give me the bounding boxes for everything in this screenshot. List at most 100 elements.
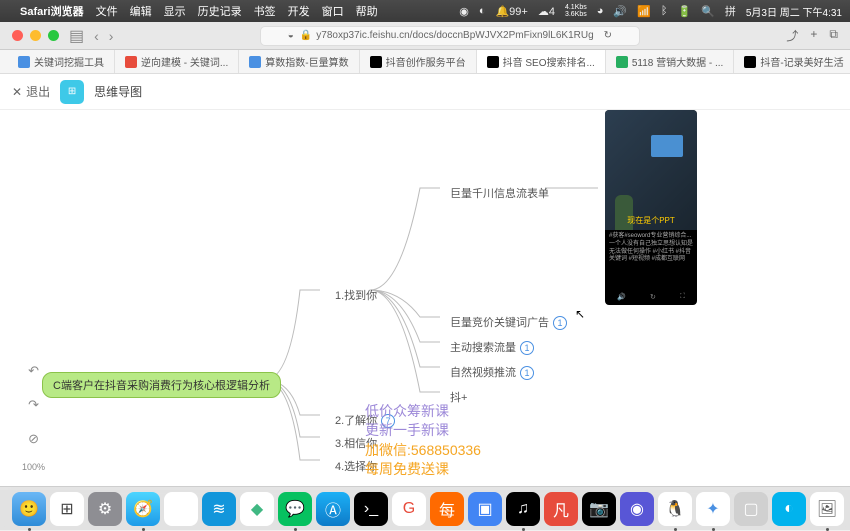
menu-edit[interactable]: 编辑 xyxy=(130,3,152,19)
sound-icon[interactable]: 🔊 xyxy=(613,5,627,18)
sidebar-icon[interactable]: ▤ xyxy=(69,26,84,46)
app-blue-icon[interactable]: ▣ xyxy=(468,492,502,526)
bell-icon[interactable]: 🔔99+ xyxy=(495,5,527,18)
menu-history[interactable]: 历史记录 xyxy=(198,3,242,19)
appstore-icon[interactable]: Ⓐ xyxy=(316,492,350,526)
maximize-window-icon[interactable] xyxy=(48,30,59,41)
search-icon[interactable]: 🔍 xyxy=(701,5,715,18)
bookmark-tab[interactable]: 抖音-记录美好生活 xyxy=(734,50,850,73)
mindmap-node-trust[interactable]: 3.相信你 xyxy=(325,431,387,455)
camera-icon[interactable]: 📷 xyxy=(582,492,616,526)
shield-icon: ◒ xyxy=(288,30,294,41)
app-g-icon[interactable]: G xyxy=(392,492,426,526)
douyin-icon[interactable]: ♫ xyxy=(506,492,540,526)
url-text: y78oxp37ic.feishu.cn/docs/doccnBpWJVX2Pm… xyxy=(316,30,593,41)
connectors xyxy=(0,110,850,490)
mindmap-leaf-douplus[interactable]: 抖+ xyxy=(440,385,477,409)
menu-view[interactable]: 显示 xyxy=(164,3,186,19)
canvas-tools: ↶ ↷ ⊘ 100% xyxy=(22,360,45,472)
expand-icon[interactable]: ⛶ xyxy=(680,293,685,301)
share-icon[interactable]: ⤴ xyxy=(786,27,798,44)
minimize-window-icon[interactable] xyxy=(30,30,41,41)
forward-button[interactable]: › xyxy=(109,28,114,44)
video-description: #获客#seoword专业营销综合... 一个人没有自己独立思想认知是无法做任何… xyxy=(605,230,697,267)
exit-button[interactable]: ✕ 退出 xyxy=(12,83,50,100)
undo-button[interactable]: ↶ xyxy=(23,360,45,382)
loop-icon[interactable]: ↻ xyxy=(650,293,656,301)
tabs-icon[interactable]: ⧉ xyxy=(829,27,838,44)
mindmap-icon: ⊞ xyxy=(60,80,84,104)
macos-menubar: Safari浏览器 文件 编辑 显示 历史记录 书签 开发 窗口 帮助 ◉ ◐ … xyxy=(0,0,850,22)
chrome-icon[interactable]: ◉ xyxy=(164,492,198,526)
video-screen-icon xyxy=(651,135,683,157)
status-icon[interactable]: ◉ xyxy=(459,5,469,18)
back-button[interactable]: ‹ xyxy=(94,28,99,44)
location-icon[interactable]: ◐ xyxy=(479,5,486,17)
finder-icon[interactable]: 🙂 xyxy=(12,492,46,526)
link-button[interactable]: ⊘ xyxy=(23,428,45,450)
mindmap-root[interactable]: C端客户在抖音采购消费行为核心根逻辑分析 xyxy=(42,372,281,398)
cloud-icon[interactable]: ☁4 xyxy=(538,5,555,18)
app-cyan-icon[interactable]: ◐ xyxy=(772,492,806,526)
mindmap-leaf-sousuo[interactable]: 主动搜索流量1 xyxy=(440,335,544,359)
input-icon[interactable]: 拼 xyxy=(725,3,736,19)
favicon-icon xyxy=(125,56,137,68)
reload-icon[interactable]: ↻ xyxy=(604,30,612,41)
macos-dock: 🙂 ⊞ ⚙ 🧭 ◉ ≋ ◆ 💬 Ⓐ ›_ G 每 ▣ ♫ 凡 📷 ◉ 🐧 ✦ ▢… xyxy=(0,486,850,530)
bookmark-tab[interactable]: 5118 营销大数据 - ... xyxy=(606,50,735,73)
zoom-level[interactable]: 100% xyxy=(22,462,45,472)
vscode-icon[interactable]: ≋ xyxy=(202,492,236,526)
bluetooth-icon[interactable]: ᛒ xyxy=(661,5,668,17)
new-tab-icon[interactable]: + xyxy=(810,27,817,44)
clock[interactable]: 5月3日 周二 下午4:31 xyxy=(746,4,842,19)
app-grey-icon[interactable]: ▢ xyxy=(734,492,768,526)
bookmark-tab[interactable]: 关键词挖掘工具 xyxy=(8,50,115,73)
dingtalk-icon[interactable]: ◆ xyxy=(240,492,274,526)
video-caption: 现在是个PPT xyxy=(605,215,697,226)
wifi-icon[interactable]: 📶 xyxy=(637,5,651,18)
feishu-icon[interactable]: ✦ xyxy=(696,492,730,526)
app-name[interactable]: Safari浏览器 xyxy=(20,3,84,19)
favicon-icon xyxy=(744,56,756,68)
bookmark-bar: 关键词挖掘工具 逆向建模 - 关键词... 算数指数-巨量算数 抖音创作服务平台… xyxy=(0,50,850,74)
favicon-icon xyxy=(18,56,30,68)
url-bar[interactable]: ◒ 🔒 y78oxp37ic.feishu.cn/docs/doccnBpWJV… xyxy=(260,26,640,46)
bookmark-tab[interactable]: 抖音创作服务平台 xyxy=(360,50,477,73)
menu-window[interactable]: 窗口 xyxy=(322,3,344,19)
menu-help[interactable]: 帮助 xyxy=(356,3,378,19)
safari-icon[interactable]: 🧭 xyxy=(126,492,160,526)
menu-develop[interactable]: 开发 xyxy=(288,3,310,19)
preview-icon[interactable]: 🖼 xyxy=(810,492,844,526)
close-window-icon[interactable] xyxy=(12,30,23,41)
wechat-icon[interactable]: 💬 xyxy=(278,492,312,526)
bookmark-tab[interactable]: 逆向建模 - 关键词... xyxy=(115,50,239,73)
mindmap-leaf-biaodan[interactable]: 巨量千川信息流表单 xyxy=(440,181,559,205)
app-orange-icon[interactable]: 每 xyxy=(430,492,464,526)
menu-file[interactable]: 文件 xyxy=(96,3,118,19)
mindmap-node-choose[interactable]: 4.选择你 xyxy=(325,454,387,478)
settings-icon[interactable]: ⚙ xyxy=(88,492,122,526)
bookmark-tab-active[interactable]: 抖音 SEO搜索排名... xyxy=(477,50,606,73)
mindmap-leaf-jingjia[interactable]: 巨量竞价关键词广告1 xyxy=(440,310,577,334)
favicon-icon xyxy=(249,56,261,68)
battery-icon[interactable]: 🔋 xyxy=(677,5,691,18)
menu-bookmarks[interactable]: 书签 xyxy=(254,3,276,19)
favicon-icon xyxy=(487,56,499,68)
mindmap-canvas[interactable]: C端客户在抖音采购消费行为核心根逻辑分析 1.找到你 2.了解你7 3.相信你 … xyxy=(0,110,850,490)
bookmark-tab[interactable]: 算数指数-巨量算数 xyxy=(239,50,359,73)
launchpad-icon[interactable]: ⊞ xyxy=(50,492,84,526)
qq-icon[interactable]: 🐧 xyxy=(658,492,692,526)
app-red-icon[interactable]: 凡 xyxy=(544,492,578,526)
mindmap-node-understand[interactable]: 2.了解你7 xyxy=(325,408,405,432)
terminal-icon[interactable]: ›_ xyxy=(354,492,388,526)
obs-icon[interactable]: ◉ xyxy=(620,492,654,526)
traffic-lights[interactable] xyxy=(12,30,59,41)
video-preview[interactable]: 现在是个PPT #获客#seoword专业营销综合... 一个人没有自己独立思想… xyxy=(605,110,697,305)
speaker-icon[interactable]: 🔊 xyxy=(617,293,626,301)
mindmap-node-find[interactable]: 1.找到你 xyxy=(325,283,387,307)
redo-button[interactable]: ↷ xyxy=(23,394,45,416)
doc-title: 思维导图 xyxy=(94,83,142,100)
mindmap-leaf-tuiliu[interactable]: 自然视频推流1 xyxy=(440,360,544,384)
wechat-icon[interactable]: ◕ xyxy=(597,5,604,17)
favicon-icon xyxy=(616,56,628,68)
